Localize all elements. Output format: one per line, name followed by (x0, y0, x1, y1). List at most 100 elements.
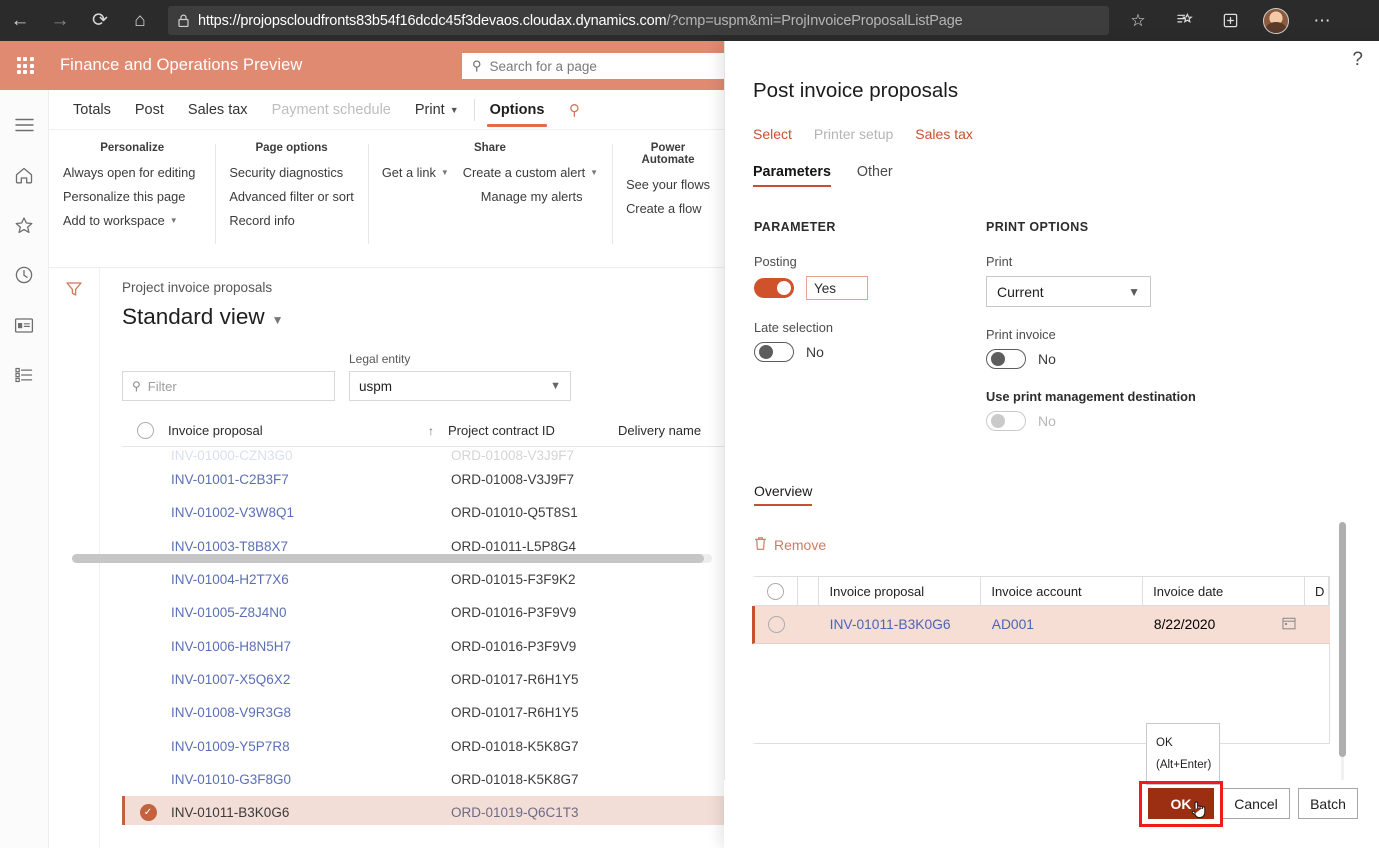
modules-icon[interactable] (0, 350, 49, 400)
task-link-select[interactable]: Select (753, 126, 792, 142)
home-icon[interactable]: ⌂ (120, 0, 160, 41)
table-row[interactable]: INV-01002-V3W8Q1 ORD-01010-Q5T8S1 (122, 496, 724, 529)
table-row[interactable]: INV-01005-Z8J4N0 ORD-01016-P3F9V9 (122, 596, 724, 629)
app-launcher-icon[interactable] (0, 41, 50, 90)
tab-other[interactable]: Other (857, 164, 893, 187)
avatar[interactable] (1253, 0, 1299, 41)
split-screen-icon[interactable] (1207, 0, 1253, 41)
posting-value-input[interactable]: Yes (806, 276, 868, 300)
table-row[interactable]: INV-01001-C2B3F7 ORD-01008-V3J9F7 (122, 463, 724, 496)
column-header-invoice-proposal[interactable]: Invoice proposal ↑ (168, 423, 448, 438)
overview-select-all-radio[interactable] (755, 577, 798, 605)
print-invoice-toggle[interactable] (986, 349, 1026, 369)
url-path: /?cmp=uspm&mi=ProjInvoiceProposalListPag… (666, 12, 963, 29)
star-icon[interactable] (0, 200, 49, 250)
cell-invoice-proposal[interactable]: INV-01007-X5Q6X2 (171, 672, 290, 687)
overview-column-invoice-proposal[interactable]: Invoice proposal (819, 577, 982, 605)
ribbon-link-personalize-this-page[interactable]: Personalize this page (63, 189, 195, 204)
posting-toggle[interactable] (754, 278, 794, 298)
table-row[interactable]: INV-01007-X5Q6X2 ORD-01017-R6H1Y5 (122, 663, 724, 696)
table-row[interactable]: INV-01008-V9R3G8 ORD-01017-R6H1Y5 (122, 696, 724, 729)
cancel-button[interactable]: Cancel (1222, 788, 1290, 819)
posting-label: Posting (754, 254, 797, 269)
cell-invoice-proposal[interactable]: INV-01011-B3K0G6 (171, 805, 289, 820)
ribbon-link-record-info[interactable]: Record info (229, 213, 353, 228)
ribbon-group-power-automate: Power Automate See your flows Create a f… (612, 142, 724, 246)
overview-column-invoice-date[interactable]: Invoice date (1143, 577, 1306, 605)
dialog-scrollbar-thumb[interactable] (1339, 522, 1346, 757)
remove-button[interactable]: Remove (754, 536, 826, 554)
select-all-radio[interactable] (122, 422, 168, 439)
batch-button[interactable]: Batch (1298, 788, 1358, 819)
column-header-project-contract-id[interactable]: Project contract ID (448, 423, 618, 438)
home-icon[interactable] (0, 150, 49, 200)
table-row[interactable]: INV-01011-B3K0G6 AD001 8/22/2020 (752, 606, 1330, 644)
cell-invoice-proposal[interactable]: INV-01005-Z8J4N0 (171, 605, 287, 620)
ribbon-tab-print[interactable]: Print ▼ (403, 90, 471, 130)
cell-invoice-proposal[interactable]: INV-01009-Y5P7R8 (171, 739, 290, 754)
ribbon-link-add-to-workspace[interactable]: Add to workspace ▼ (63, 213, 195, 228)
table-row[interactable]: INV-01006-H8N5H7 ORD-01016-P3F9V9 (122, 629, 724, 662)
ribbon-link-see-your-flows[interactable]: See your flows (626, 177, 710, 192)
calendar-icon[interactable] (1282, 616, 1296, 633)
ribbon-tab-sales-tax[interactable]: Sales tax (176, 90, 260, 130)
ribbon-link-manage-my-alerts[interactable]: Manage my alerts (463, 189, 598, 204)
legal-entity-select[interactable]: uspm ▼ (349, 371, 571, 401)
table-row[interactable]: ✓ INV-01011-B3K0G6 ORD-01019-Q6C1T3 (122, 795, 724, 825)
reload-icon[interactable]: ⟳ (80, 0, 120, 41)
cell-invoice-proposal[interactable]: INV-01006-H8N5H7 (171, 639, 291, 654)
ribbon-link-create-a-flow[interactable]: Create a flow (626, 201, 710, 216)
table-row[interactable]: INV-01009-Y5P7R8 ORD-01018-K5K8G7 (122, 729, 724, 762)
ribbon-tab-options[interactable]: Options (478, 90, 557, 130)
chevron-down-icon: ▼ (449, 104, 459, 115)
star-outline-icon[interactable]: ☆ (1115, 0, 1161, 41)
cell-invoice-proposal[interactable]: INV-01010-G3F8G0 (171, 772, 291, 787)
print-select[interactable]: Current ▼ (986, 276, 1151, 307)
search-input[interactable]: ⚲ Search for a page (462, 53, 732, 79)
cell-invoice-proposal[interactable]: INV-01011-B3K0G6 (830, 617, 951, 632)
tab-overview[interactable]: Overview (754, 483, 813, 506)
clock-icon[interactable] (0, 250, 49, 300)
cell-invoice-date[interactable]: 8/22/2020 (1154, 617, 1215, 632)
row-selected-radio[interactable]: ✓ (125, 804, 171, 822)
question-mark-icon[interactable]: ? (1352, 49, 1363, 71)
column-header-delivery-name[interactable]: Delivery name (618, 423, 718, 438)
overview-column-d[interactable]: D (1305, 577, 1330, 605)
ribbon-link-get-a-link[interactable]: Get a link ▼ (382, 165, 449, 180)
ribbon-search-icon[interactable]: ⚲ (556, 90, 592, 130)
address-bar[interactable]: https://projopscloudfronts83b54f16dcdc45… (168, 6, 1109, 35)
ribbon-link-label: See your flows (626, 177, 710, 192)
cell-invoice-proposal[interactable]: INV-01004-H2T7X6 (171, 572, 289, 587)
cell-invoice-proposal[interactable]: INV-01001-C2B3F7 (171, 472, 289, 487)
overview-column-invoice-account[interactable]: Invoice account (981, 577, 1144, 605)
collections-icon[interactable] (1161, 0, 1207, 41)
table-row[interactable]: INV-01004-H2T7X6 ORD-01015-F3F9K2 (122, 563, 724, 596)
ok-button[interactable]: OK (1148, 788, 1214, 819)
ribbon-link-always-open-for-editing[interactable]: Always open for editing (63, 165, 195, 180)
grid-horizontal-scrollbar[interactable] (72, 554, 712, 563)
quick-filter-input[interactable]: ⚲ Filter (122, 371, 335, 401)
cell-invoice-account[interactable]: AD001 (992, 617, 1034, 632)
overview-row-radio[interactable] (755, 606, 798, 643)
late-selection-toggle[interactable] (754, 342, 794, 362)
tab-parameters[interactable]: Parameters (753, 164, 831, 187)
cell-invoice-proposal[interactable]: INV-01008-V9R3G8 (171, 705, 291, 720)
ribbon-link-advanced-filter-or-sort[interactable]: Advanced filter or sort (229, 189, 353, 204)
view-selector[interactable]: Standard view ▼ (122, 304, 724, 330)
back-icon[interactable]: ← (0, 0, 40, 41)
use-print-management-field: Use print management destination No (986, 389, 1236, 431)
funnel-icon[interactable] (65, 280, 83, 848)
ribbon-link-create-a-custom-alert[interactable]: Create a custom alert ▼ (463, 165, 598, 180)
cell-invoice-proposal[interactable]: INV-01003-T8B8X7 (171, 539, 288, 554)
ribbon-tab-post[interactable]: Post (123, 90, 176, 130)
hamburger-icon[interactable] (0, 100, 49, 150)
cell-invoice-proposal[interactable]: INV-01002-V3W8Q1 (171, 505, 294, 520)
table-row[interactable]: INV-01010-G3F8G0 ORD-01018-K5K8G7 (122, 763, 724, 796)
forward-icon[interactable]: → (40, 0, 80, 41)
ribbon-link-security-diagnostics[interactable]: Security diagnostics (229, 165, 353, 180)
ellipsis-icon[interactable]: ⋯ (1299, 0, 1345, 41)
table-row[interactable]: INV-01000-CZN3G0 ORD-01008-V3J9F7 (122, 447, 724, 463)
workspace-icon[interactable] (0, 300, 49, 350)
task-link-sales-tax[interactable]: Sales tax (915, 126, 973, 142)
ribbon-tab-totals[interactable]: Totals (61, 90, 123, 130)
